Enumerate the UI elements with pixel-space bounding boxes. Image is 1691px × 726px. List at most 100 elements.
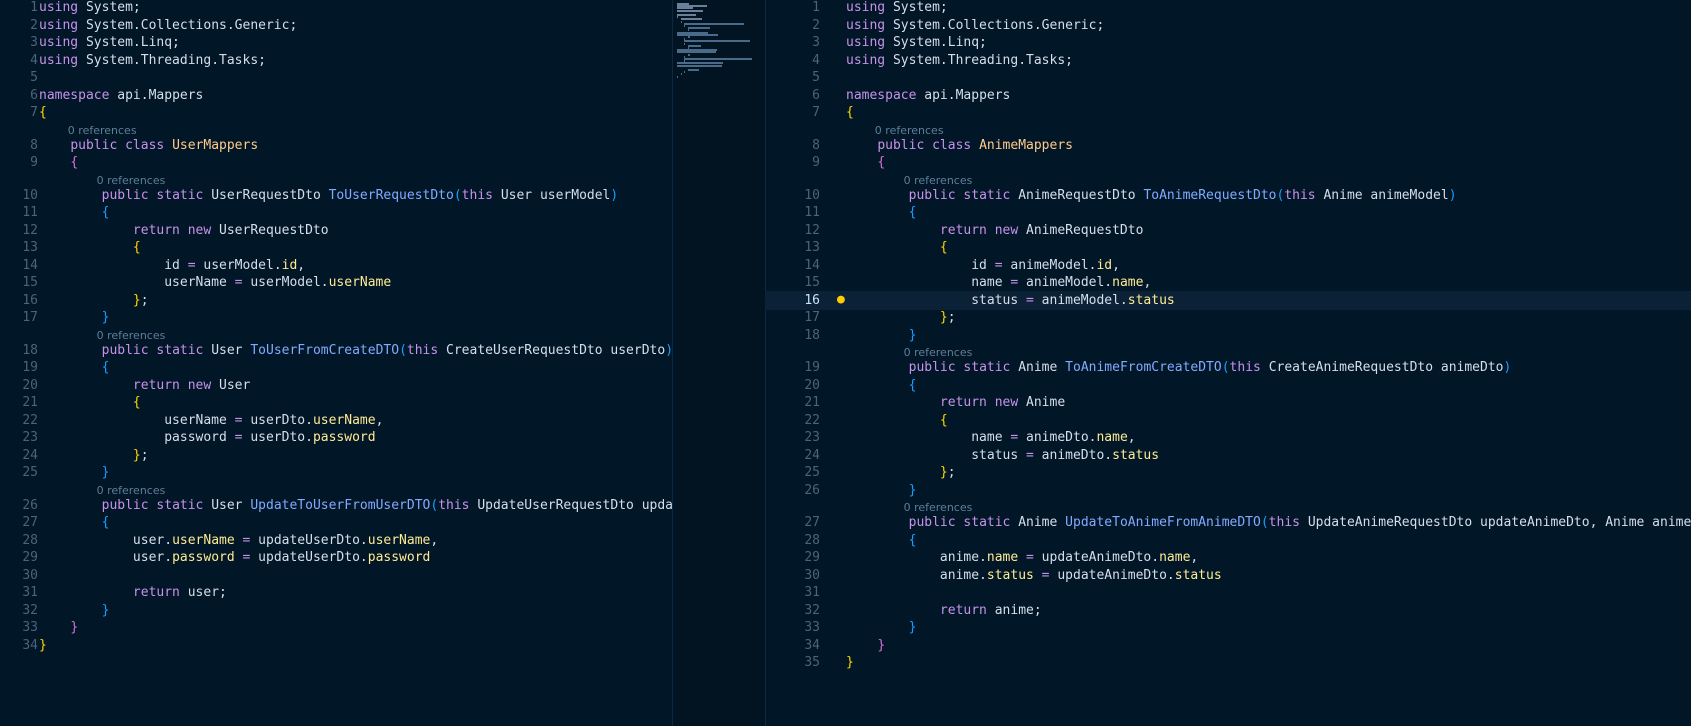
code-line[interactable]: 20 return new User — [0, 376, 672, 395]
code-line[interactable]: 28 user.userName = updateUserDto.userNam… — [0, 531, 672, 550]
code-line[interactable]: 8 public class AnimeMappers — [765, 136, 1691, 155]
code-line[interactable]: 5 — [0, 68, 672, 87]
code-text: using System.Threading.Tasks; — [846, 51, 1073, 70]
code-line[interactable]: 35} — [765, 653, 1691, 672]
code-line[interactable]: 9 { — [0, 153, 672, 172]
code-line[interactable]: 31 — [765, 583, 1691, 602]
code-line[interactable]: 22 userName = userDto.userName, — [0, 411, 672, 430]
code-line[interactable]: 2 using System.Collections.Generic; — [765, 16, 1691, 35]
code-line[interactable]: 15 name = animeModel.name, — [765, 273, 1691, 292]
code-line[interactable]: 15 userName = userModel.userName — [0, 273, 672, 292]
code-token: UserRequestDto — [219, 222, 329, 238]
code-line[interactable]: 25 }; — [765, 463, 1691, 482]
code-line[interactable]: 7{ — [0, 103, 672, 122]
code-line[interactable]: 26 } — [765, 481, 1691, 500]
code-line[interactable]: 30 — [0, 566, 672, 585]
code-line[interactable]: 34} — [0, 636, 672, 655]
code-token: } — [101, 310, 110, 325]
code-line[interactable]: 33 } — [0, 618, 672, 637]
code-token: using — [39, 0, 79, 15]
line-number: 28 — [804, 532, 820, 548]
code-token: Anime animeModel — [1323, 187, 1449, 203]
code-line[interactable]: 32 return anime; — [765, 601, 1691, 620]
code-line[interactable]: 13 { — [765, 238, 1691, 257]
code-text: { — [39, 103, 47, 122]
code-line[interactable]: 26 public static User UpdateToUserFromUs… — [0, 496, 672, 515]
code-line[interactable]: 10 public static AnimeRequestDto ToAnime… — [765, 186, 1691, 205]
code-token: return — [132, 585, 188, 600]
code-line[interactable]: 6 namespace api.Mappers — [765, 86, 1691, 105]
code-text: { — [39, 153, 78, 172]
code-line[interactable]: 3 using System.Linq; — [765, 33, 1691, 52]
code-line[interactable]: 23 password = userDto.password — [0, 428, 672, 447]
code-line[interactable]: 6 namespace api.Mappers — [0, 86, 672, 105]
code-line[interactable]: 1 using System; — [765, 0, 1691, 17]
code-line[interactable]: 21 { — [0, 393, 672, 412]
code-line[interactable]: 29 user.password = updateUserDto.passwor… — [0, 548, 672, 567]
code-line[interactable]: 4 using System.Threading.Tasks; — [0, 51, 672, 70]
code-token: ( — [1221, 360, 1230, 375]
code-token: using — [39, 52, 79, 68]
code-token: status — [846, 292, 1027, 308]
code-line[interactable]: 12 return new UserRequestDto — [0, 221, 672, 240]
code-line[interactable]: 22 { — [765, 411, 1691, 430]
code-line[interactable]: 23 name = animeDto.name, — [765, 428, 1691, 447]
code-line[interactable]: 3 using System.Linq; — [0, 33, 672, 52]
code-line[interactable]: 27 { — [0, 513, 672, 532]
code-line[interactable]: 4 using System.Threading.Tasks; — [765, 51, 1691, 70]
code-line[interactable]: 19 public static Anime ToAnimeFromCreate… — [765, 358, 1691, 377]
code-token: using — [846, 0, 886, 15]
code-line[interactable]: 30 anime.status = updateAnimeDto.status — [765, 566, 1691, 585]
editor-right[interactable]: 1 using System; 2 using System.Collections.… — [765, 0, 1691, 726]
code-line[interactable]: 25 } — [0, 463, 672, 482]
code-line[interactable]: 28 { — [765, 531, 1691, 550]
code-line[interactable]: 5 — [765, 68, 1691, 87]
code-line[interactable]: 10 public static UserRequestDto ToUserRe… — [0, 186, 672, 205]
line-number: 28 — [22, 532, 38, 548]
code-text: }; — [846, 308, 956, 327]
code-text: public class UserMappers — [39, 136, 258, 155]
code-line[interactable]: 29 anime.name = updateAnimeDto.name, — [765, 548, 1691, 567]
code-line[interactable]: 16 status = animeModel.status — [765, 291, 1691, 310]
code-line[interactable]: 20 { — [765, 376, 1691, 395]
code-token: ( — [399, 342, 407, 358]
code-line[interactable]: 11 { — [0, 203, 672, 222]
code-line[interactable]: 1 using System; — [0, 0, 672, 17]
code-line[interactable]: 21 return new Anime — [765, 393, 1691, 412]
code-line[interactable]: 24 status = animeDto.status — [765, 446, 1691, 465]
code-line[interactable]: 14 id = userModel.id, — [0, 256, 672, 275]
code-line[interactable]: 2 using System.Collections.Generic; — [0, 16, 672, 35]
line-number: 16 — [804, 292, 820, 308]
code-line[interactable]: 27 public static Anime UpdateToAnimeFrom… — [765, 513, 1691, 532]
code-line[interactable]: 18 } — [765, 326, 1691, 345]
line-number: 30 — [804, 567, 820, 583]
minimap[interactable] — [672, 0, 766, 726]
code-line[interactable]: 19 { — [0, 358, 672, 377]
code-line[interactable]: 11 { — [765, 203, 1691, 222]
code-line[interactable]: 8 public class UserMappers — [0, 136, 672, 155]
code-line[interactable]: 18 public static User ToUserFromCreateDT… — [0, 341, 672, 360]
code-line[interactable]: 7{ — [765, 103, 1691, 122]
code-token: ToAnimeFromCreateDTO — [1065, 360, 1222, 375]
code-line[interactable]: 14 id = animeModel.id, — [765, 256, 1691, 275]
code-line[interactable]: 33 } — [765, 618, 1691, 637]
code-line[interactable]: 17 }; — [765, 308, 1691, 327]
line-number: 12 — [804, 222, 820, 238]
code-line[interactable]: 9 { — [765, 153, 1691, 172]
code-line[interactable]: 12 return new AnimeRequestDto — [765, 221, 1691, 240]
code-line[interactable]: 24 }; — [0, 446, 672, 465]
code-line[interactable]: 13 { — [0, 238, 672, 257]
code-line[interactable]: 32 } — [0, 601, 672, 620]
code-token: System; — [885, 0, 948, 15]
editor-left[interactable]: 1 using System; 2 using System.Collections.… — [0, 0, 672, 726]
code-token: status — [1112, 447, 1160, 463]
code-line[interactable]: 17 } — [0, 308, 672, 327]
code-line[interactable]: 31 return user; — [0, 583, 672, 602]
code-token: Anime — [1018, 515, 1066, 530]
code-line[interactable]: 34 } — [765, 636, 1691, 655]
code-text: anime.name = updateAnimeDto.name, — [846, 548, 1198, 567]
code-token: id — [39, 257, 188, 273]
code-line[interactable]: 16 }; — [0, 291, 672, 310]
